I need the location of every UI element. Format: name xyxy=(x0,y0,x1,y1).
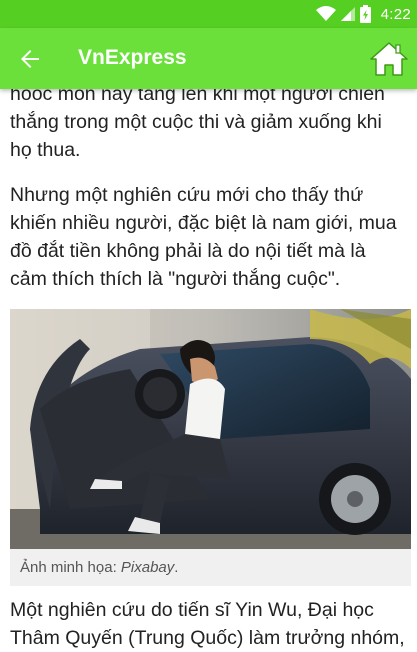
article-paragraph: Nhưng một nghiên cứu mới cho thấy thứ kh… xyxy=(10,184,397,290)
status-icons: 4:22 xyxy=(315,4,411,24)
battery-icon xyxy=(359,5,371,23)
back-button[interactable] xyxy=(12,41,48,77)
home-button[interactable] xyxy=(369,39,409,79)
app-bar: VnExpress xyxy=(0,28,417,89)
status-time: 4:22 xyxy=(380,5,411,23)
signal-icon xyxy=(340,7,355,21)
arrow-left-icon xyxy=(21,50,39,68)
caption-prefix: Ảnh minh họa: xyxy=(20,559,121,576)
status-bar: 4:22 xyxy=(0,0,417,28)
wifi-icon xyxy=(315,6,336,21)
image-caption: Ảnh minh họa: Pixabay. xyxy=(10,549,411,586)
article-paragraph: hoóc môn này tăng lên khi một người chiế… xyxy=(10,83,385,161)
app-title: VnExpress xyxy=(78,46,187,69)
home-icon xyxy=(370,42,408,76)
caption-source: Pixabay xyxy=(120,559,175,576)
caption-suffix: . xyxy=(174,559,179,576)
article-figure: Ảnh minh họa: Pixabay. xyxy=(10,309,411,586)
article-photo[interactable] xyxy=(10,309,411,549)
article-paragraph: Một nghiên cứu do tiến sĩ Yin Wu, Đại họ… xyxy=(10,599,405,649)
